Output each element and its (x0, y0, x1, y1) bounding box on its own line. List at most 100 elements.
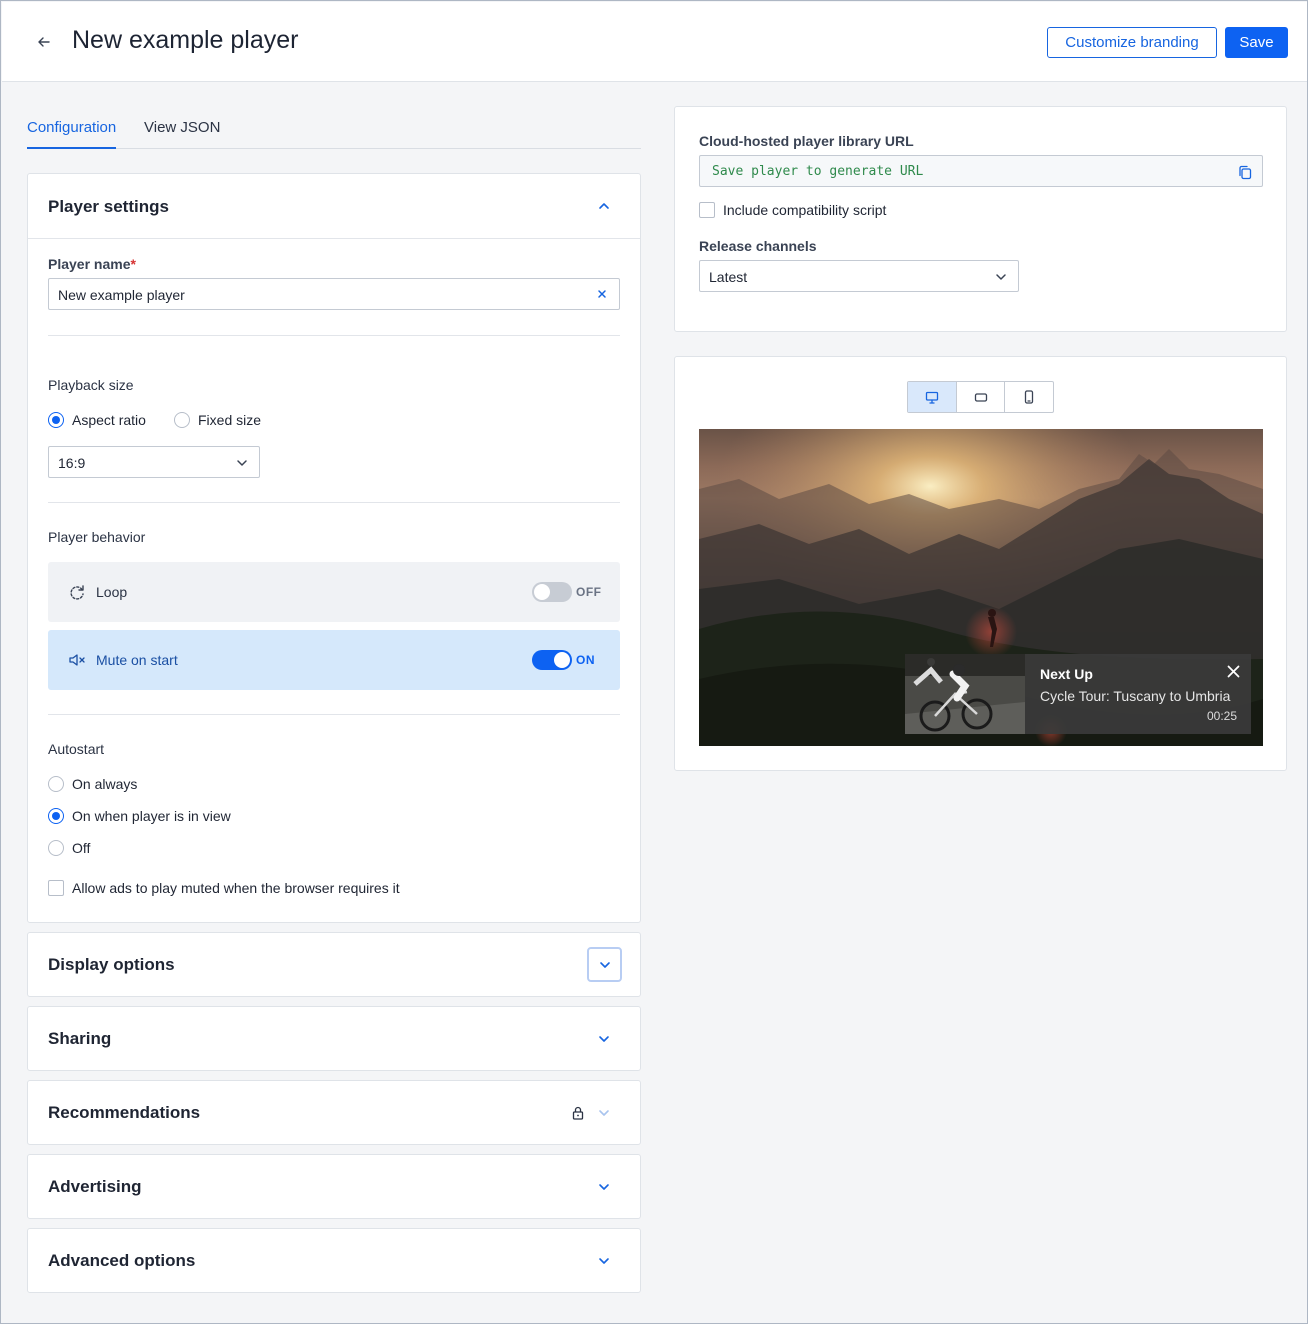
autostart-off-radio[interactable] (48, 840, 64, 856)
advanced-options-card[interactable]: Advanced options (27, 1228, 641, 1293)
chevron-up-icon (599, 203, 609, 209)
autostart-in-view-label: On when player is in view (72, 808, 231, 824)
back-button[interactable] (30, 28, 58, 56)
playback-size-label: Playback size (48, 377, 134, 393)
tab-bar: Configuration View JSON (27, 111, 641, 149)
chevron-down-icon (235, 456, 249, 470)
recommendations-card[interactable]: Recommendations (27, 1080, 641, 1145)
player-name-input[interactable]: New example player (48, 278, 620, 310)
advertising-card[interactable]: Advertising (27, 1154, 641, 1219)
loop-toggle[interactable] (532, 582, 572, 602)
player-behavior-label: Player behavior (48, 529, 146, 545)
tab-configuration[interactable]: Configuration (27, 119, 117, 149)
sharing-card[interactable]: Sharing (27, 1006, 641, 1071)
expand-display-options-button[interactable] (587, 947, 622, 982)
chevron-down-icon (599, 1258, 609, 1264)
next-up-duration: 00:25 (1206, 709, 1237, 723)
library-url-value: Save player to generate URL (712, 164, 924, 179)
save-button[interactable]: Save (1225, 27, 1288, 58)
player-name-label-text: Player name (48, 256, 131, 272)
library-url-field[interactable]: Save player to generate URL (699, 155, 1263, 187)
page-title: New example player (72, 26, 299, 54)
autostart-off-label: Off (72, 840, 91, 856)
release-channel-select[interactable]: Latest (699, 260, 1019, 292)
expand-advanced-options-button[interactable] (596, 1253, 612, 1269)
mute-on-start-label: Mute on start (96, 652, 178, 668)
expand-sharing-button[interactable] (596, 1031, 612, 1047)
tab-view-json[interactable]: View JSON (144, 119, 220, 147)
next-up-card[interactable]: Next Up Cycle Tour: Tuscany to Umbria 00… (905, 654, 1251, 734)
mute-toggle[interactable] (532, 650, 572, 670)
player-settings-title: Player settings (48, 197, 169, 216)
divider (48, 714, 620, 715)
display-options-title: Display options (48, 955, 175, 974)
loop-row: Loop OFF (48, 562, 620, 622)
expand-recommendations-button (596, 1105, 612, 1121)
autostart-on-always-label: On always (72, 776, 138, 792)
release-channels-label: Release channels (699, 238, 817, 254)
library-url-label: Cloud-hosted player library URL (699, 133, 914, 149)
release-channel-value: Latest (709, 269, 748, 285)
chevron-down-icon (599, 1036, 609, 1042)
chevron-down-icon (599, 1110, 609, 1116)
copy-icon[interactable] (1237, 164, 1253, 180)
chevron-down-icon (599, 1184, 609, 1190)
chevron-down-icon (599, 961, 610, 968)
app-frame: New example player Customize branding Sa… (0, 0, 1308, 1324)
preview-card: Next Up Cycle Tour: Tuscany to Umbria 00… (674, 356, 1287, 771)
divider (48, 502, 620, 503)
compatibility-label: Include compatibility script (723, 202, 887, 218)
display-options-card[interactable]: Display options (27, 932, 641, 997)
recommendations-title: Recommendations (48, 1103, 201, 1122)
toggle-knob (534, 584, 550, 600)
device-switcher (907, 381, 1054, 413)
player-name-value: New example player (58, 287, 185, 303)
toggle-knob (554, 652, 570, 668)
close-icon[interactable] (1225, 663, 1241, 679)
loop-label: Loop (96, 584, 128, 600)
library-url-card: Cloud-hosted player library URL Save pla… (674, 106, 1287, 332)
player-settings-card: Player settings Player name* New example… (27, 173, 641, 923)
tablet-view-button[interactable] (957, 382, 1006, 412)
desktop-icon (925, 391, 938, 404)
chevron-down-icon (994, 270, 1008, 284)
aspect-ratio-label: Aspect ratio (72, 412, 146, 428)
divider (48, 335, 620, 336)
loop-icon (68, 584, 86, 600)
customize-branding-button[interactable]: Customize branding (1047, 27, 1217, 58)
collapse-player-settings-button[interactable] (596, 198, 612, 214)
autostart-in-view-radio[interactable] (48, 808, 64, 824)
fixed-size-radio[interactable] (174, 412, 190, 428)
clear-icon[interactable] (595, 287, 609, 301)
advanced-options-title: Advanced options (48, 1251, 196, 1270)
next-up-label: Next Up (1040, 666, 1093, 682)
advertising-title: Advertising (48, 1177, 142, 1196)
allow-ads-label: Allow ads to play muted when the browser… (72, 880, 400, 896)
fixed-size-label: Fixed size (198, 412, 262, 428)
next-up-title: Cycle Tour: Tuscany to Umbria (1040, 688, 1231, 704)
video-preview[interactable]: Next Up Cycle Tour: Tuscany to Umbria 00… (699, 429, 1263, 746)
next-up-thumbnail (905, 654, 1025, 734)
aspect-ratio-select[interactable]: 16:9 (48, 446, 260, 478)
expand-advertising-button[interactable] (596, 1179, 612, 1195)
allow-ads-checkbox[interactable] (48, 880, 64, 896)
aspect-ratio-radio[interactable] (48, 412, 64, 428)
autostart-on-always-radio[interactable] (48, 776, 64, 792)
page-header: New example player Customize branding Sa… (2, 2, 1307, 82)
mute-on-start-row: Mute on start ON (48, 630, 620, 690)
header-divider (28, 238, 640, 239)
aspect-ratio-value: 16:9 (58, 455, 86, 471)
tablet-landscape-icon (974, 392, 987, 402)
desktop-view-button[interactable] (908, 382, 957, 412)
required-mark: * (130, 256, 136, 272)
autostart-label: Autostart (48, 741, 105, 757)
player-name-label: Player name* (48, 256, 136, 272)
sharing-title: Sharing (48, 1029, 112, 1048)
mute-icon (68, 652, 86, 668)
mute-state: ON (576, 653, 595, 667)
mobile-view-button[interactable] (1005, 382, 1053, 412)
loop-state: OFF (576, 585, 602, 599)
compatibility-checkbox[interactable] (699, 202, 715, 218)
lock-icon (570, 1105, 586, 1121)
mobile-icon (1025, 390, 1034, 404)
